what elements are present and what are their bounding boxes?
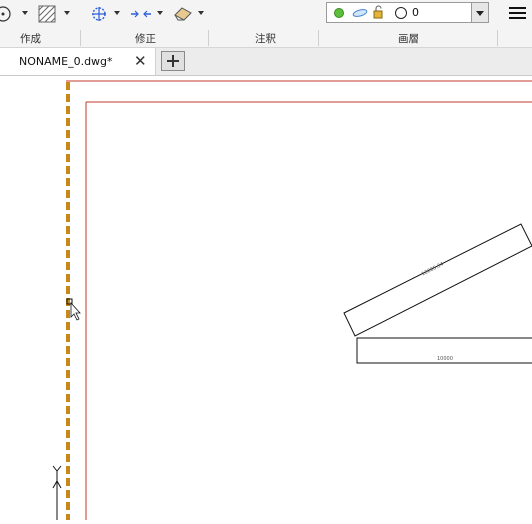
document-tab-label: NONAME_0.dwg* — [19, 55, 113, 68]
new-tab-button[interactable] — [161, 51, 185, 71]
ribbon: 0 作成 修正 注釈 画層 — [0, 0, 532, 48]
menu-icon[interactable] — [509, 7, 526, 21]
eraser-tool-icon[interactable] — [172, 5, 194, 23]
panel-label-annotate[interactable]: 注釈 — [255, 31, 276, 46]
layer-dropdown-button[interactable] — [471, 3, 488, 22]
hatch-dropdown-icon[interactable] — [64, 11, 70, 15]
ucs-icon — [52, 465, 62, 520]
drawing-svg: 12205.34 10000 — [52, 80, 532, 520]
panel-separator — [208, 30, 209, 46]
ribbon-tools: 0 — [0, 0, 532, 28]
circle-tool-icon[interactable] — [0, 5, 14, 23]
dimension-lower: 10000 — [437, 356, 453, 362]
drawing-canvas[interactable]: 12205.34 10000 — [0, 76, 532, 520]
hatch-tool-icon[interactable] — [38, 5, 56, 23]
panel-separator — [497, 30, 498, 46]
move-tool-icon[interactable] — [90, 5, 108, 23]
layer-combo[interactable]: 0 — [326, 2, 489, 23]
panel-label-modify[interactable]: 修正 — [135, 31, 156, 46]
ribbon-panel-labels: 作成 修正 注釈 画層 — [0, 29, 532, 46]
annotate-dropdown-icon[interactable] — [198, 11, 204, 15]
panel-label-create[interactable]: 作成 — [20, 31, 41, 46]
dimension-upper: 12205.34 — [421, 261, 445, 277]
panel-separator — [318, 30, 319, 46]
layer-name: 0 — [412, 6, 419, 19]
move-dropdown-icon[interactable] — [114, 11, 120, 15]
trim-tool-icon[interactable] — [130, 5, 152, 23]
circle-dropdown-icon[interactable] — [22, 11, 28, 15]
plus-icon — [167, 55, 179, 67]
trim-dropdown-icon[interactable] — [157, 11, 163, 15]
document-tab[interactable]: NONAME_0.dwg* ✕ — [0, 48, 156, 75]
panel-separator — [80, 30, 81, 46]
panel-label-layers[interactable]: 画層 — [398, 31, 419, 46]
close-icon[interactable]: ✕ — [134, 54, 147, 69]
inclined-member[interactable] — [343, 223, 532, 337]
document-tabbar: NONAME_0.dwg* ✕ — [0, 48, 532, 76]
